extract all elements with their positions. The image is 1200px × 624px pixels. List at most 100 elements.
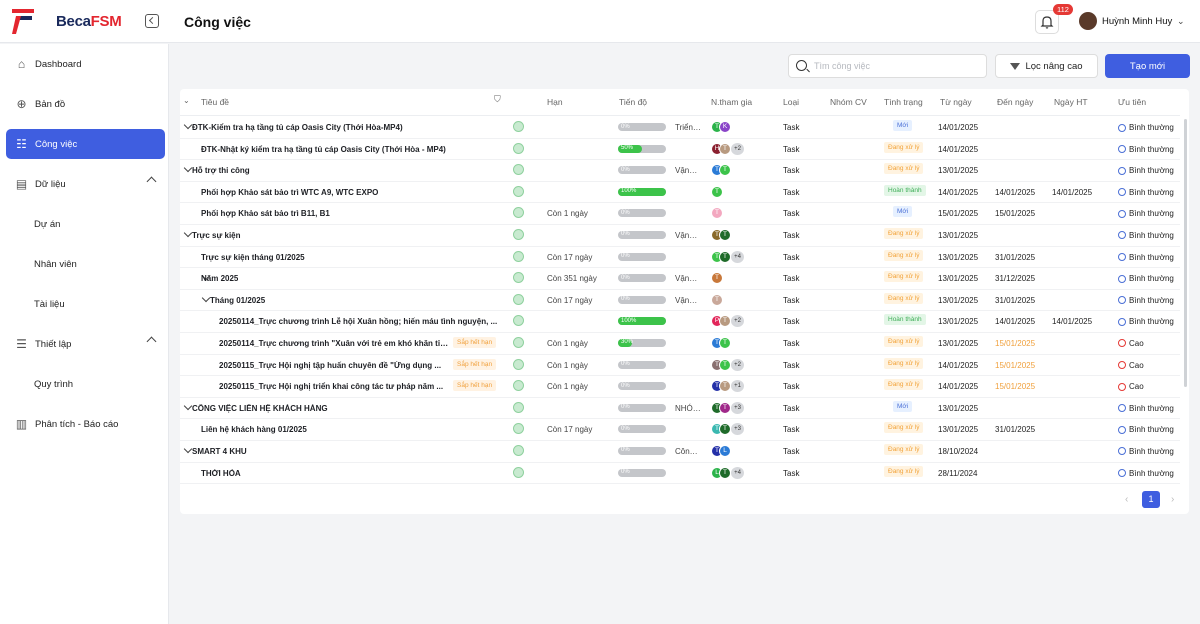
status-badge: Mới — [893, 120, 913, 131]
pagination-next[interactable]: › — [1171, 494, 1174, 505]
table-row[interactable]: 20250115_Trực Hội nghị triển khai công t… — [180, 376, 1180, 398]
task-title[interactable]: Tháng 01/2025 — [210, 296, 265, 305]
status-check-icon[interactable] — [513, 185, 524, 197]
advanced-filter-button[interactable]: Lọc nâng cao — [995, 54, 1098, 78]
task-title[interactable]: Phối hợp Khảo sát bảo trì B11, B1 — [201, 209, 330, 218]
column-header-participants[interactable]: N.tham gia — [711, 97, 752, 107]
table-row[interactable]: 20250114_Trực chương trình "Xuân với trẻ… — [180, 333, 1180, 355]
priority-icon — [1118, 296, 1126, 305]
due-text: Còn 1 ngày — [547, 209, 588, 219]
type-text: Task — [783, 317, 800, 327]
sidebar-item-projects[interactable]: Dự án — [34, 219, 60, 230]
status-check-icon[interactable] — [513, 423, 524, 435]
task-title[interactable]: 20250115_Trực Hội nghị tập huấn chuyên đ… — [219, 361, 441, 370]
search-input[interactable] — [814, 59, 974, 73]
map-icon: ⊕ — [16, 97, 27, 111]
task-title[interactable]: SMART 4 KHU — [192, 447, 247, 456]
sidebar-item-data[interactable]: ▤ Dữ liệu — [6, 169, 165, 199]
pagination-prev[interactable]: ‹ — [1125, 494, 1128, 505]
status-check-icon[interactable] — [513, 444, 524, 456]
task-title[interactable]: ĐTK-Nhật ký kiểm tra hạ tầng tủ cáp Oasi… — [201, 145, 446, 154]
status-check-icon[interactable] — [513, 401, 524, 413]
column-header-priority[interactable]: Ưu tiên — [1118, 97, 1146, 107]
table-row[interactable]: Phối hợp Khảo sát bảo trì B11, B1 Còn 1 n… — [180, 203, 1180, 225]
chevron-down-icon[interactable] — [201, 293, 211, 302]
table-row[interactable]: THỚI HÒA 0% L T +4 Task Đang xử lý 28/11/2024 Bì… — [180, 463, 1180, 485]
sidebar-item-workflow[interactable]: Quy trình — [34, 379, 73, 390]
table-row[interactable]: Trực sự kiện tháng 01/2025 Còn 17 ngày 0% T… — [180, 247, 1180, 269]
task-title[interactable]: 20250115_Trực Hội nghị triển khai công t… — [219, 382, 443, 391]
status-check-icon[interactable] — [513, 250, 524, 262]
pagination-current-page[interactable]: 1 — [1142, 491, 1160, 508]
table-scrollbar[interactable] — [1184, 119, 1187, 387]
sidebar-item-documents[interactable]: Tài liệu — [34, 299, 65, 310]
column-header-progress[interactable]: Tiến độ — [619, 97, 647, 107]
column-header-status[interactable]: Tình trạng — [884, 97, 923, 107]
table-row[interactable]: Hỗ trợ thi công 0% Vận… T T Task Đang xử lý 13/… — [180, 160, 1180, 182]
table-row[interactable]: ĐTK-Nhật ký kiểm tra hạ tầng tủ cáp Oasi… — [180, 139, 1180, 161]
status-badge: Đang xử lý — [884, 271, 924, 283]
table-row[interactable]: Phối hợp Khảo sát bảo trì WTC A9, WTC EX… — [180, 182, 1180, 204]
chevron-down-icon[interactable] — [183, 163, 193, 173]
user-name[interactable]: Huỳnh Minh Huy — [1102, 16, 1172, 27]
sidebar-item-settings[interactable]: ☰ Thiết lập — [6, 329, 165, 359]
progress-bar: 0% — [618, 274, 666, 283]
task-title[interactable]: 20250114_Trực chương trình "Xuân với trẻ… — [219, 339, 450, 348]
task-title[interactable]: THỚI HÒA — [201, 469, 241, 478]
sidebar-collapse-icon[interactable] — [145, 14, 159, 28]
status-check-icon[interactable] — [513, 336, 524, 348]
table-row[interactable]: ĐTK-Kiểm tra hạ tầng tủ cáp Oasis City (… — [180, 117, 1180, 139]
table-row[interactable]: 20250114_Trực chương trình Lễ hội Xuân h… — [180, 311, 1180, 333]
column-header-to-date[interactable]: Đến ngày — [997, 97, 1033, 107]
task-title[interactable]: Trực sự kiện — [192, 231, 241, 240]
column-header-done-date[interactable]: Ngày HT — [1054, 97, 1088, 107]
status-check-icon[interactable] — [513, 466, 524, 478]
table-row[interactable]: CÔNG VIỆC LIÊN HỆ KHÁCH HÀNG 0% NHÓ… T T +3 Ta… — [180, 398, 1180, 420]
sidebar-item-map[interactable]: ⊕ Bản đồ — [6, 89, 165, 119]
column-filter-icon[interactable]: ⛉ — [494, 94, 501, 105]
status-check-icon[interactable] — [513, 380, 524, 392]
sidebar-item-employees[interactable]: Nhân viên — [34, 259, 77, 270]
column-header-from-date[interactable]: Từ ngày — [940, 97, 972, 107]
status-check-icon[interactable] — [513, 358, 524, 370]
status-check-icon[interactable] — [513, 315, 524, 327]
status-check-icon[interactable] — [513, 228, 524, 240]
task-title[interactable]: Hỗ trợ thi công — [192, 166, 250, 175]
search-box[interactable] — [788, 54, 987, 78]
sort-icon[interactable]: ⌄ — [183, 96, 190, 105]
column-header-group[interactable]: Nhóm CV — [830, 97, 867, 107]
task-title[interactable]: CÔNG VIỆC LIÊN HỆ KHÁCH HÀNG — [192, 404, 328, 413]
status-check-icon[interactable] — [513, 142, 524, 154]
table-row[interactable]: Tháng 01/2025 Còn 17 ngày 0% Vận… T Task Đang … — [180, 290, 1180, 312]
table-row[interactable]: SMART 4 KHU 0% Côn… T L Task Đang xử lý 18/10/2… — [180, 441, 1180, 463]
task-title[interactable]: Liên hệ khách hàng 01/2025 — [201, 425, 307, 434]
table-row[interactable]: Trực sự kiện 0% Vận… T T Task Đang xử lý 13/01/… — [180, 225, 1180, 247]
task-title[interactable]: Trực sự kiện tháng 01/2025 — [201, 253, 305, 262]
sidebar-item-reports[interactable]: ▥ Phân tích - Báo cáo — [6, 409, 165, 439]
status-check-icon[interactable] — [513, 293, 524, 305]
status-check-icon[interactable] — [513, 272, 524, 284]
chevron-down-icon[interactable] — [183, 228, 193, 238]
table-row[interactable]: Năm 2025 Còn 351 ngày 0% Vận… T Task Đang xử l… — [180, 268, 1180, 290]
column-header-type[interactable]: Loại — [783, 97, 799, 107]
progress-bar: 0% — [618, 382, 666, 391]
chevron-down-icon[interactable]: ⌄ — [1177, 16, 1185, 27]
status-check-icon[interactable] — [513, 121, 524, 132]
task-title[interactable]: ĐTK-Kiểm tra hạ tầng tủ cáp Oasis City (… — [192, 123, 403, 132]
sidebar-item-dashboard[interactable]: ⌂ Dashboard — [6, 49, 165, 79]
sidebar-item-tasks[interactable]: ☷ Công việc — [6, 129, 165, 159]
chevron-down-icon[interactable] — [183, 401, 193, 410]
table-row[interactable]: Liên hệ khách hàng 01/2025 Còn 17 ngày 0% T… — [180, 419, 1180, 441]
chevron-down-icon[interactable] — [183, 120, 193, 130]
chevron-down-icon[interactable] — [183, 444, 193, 454]
task-title[interactable]: Năm 2025 — [201, 274, 238, 283]
column-header-due[interactable]: Hạn — [547, 97, 563, 107]
user-avatar[interactable] — [1079, 12, 1097, 30]
table-row[interactable]: 20250115_Trực Hội nghị tập huấn chuyên đ… — [180, 355, 1180, 377]
create-button[interactable]: Tạo mới — [1105, 54, 1190, 78]
task-title[interactable]: Phối hợp Khảo sát bảo trì WTC A9, WTC EX… — [201, 188, 378, 197]
status-check-icon[interactable] — [513, 207, 524, 219]
status-check-icon[interactable] — [513, 164, 524, 176]
task-title[interactable]: 20250114_Trực chương trình Lễ hội Xuân h… — [219, 317, 497, 326]
column-header-title[interactable]: Tiêu đề — [201, 97, 229, 107]
